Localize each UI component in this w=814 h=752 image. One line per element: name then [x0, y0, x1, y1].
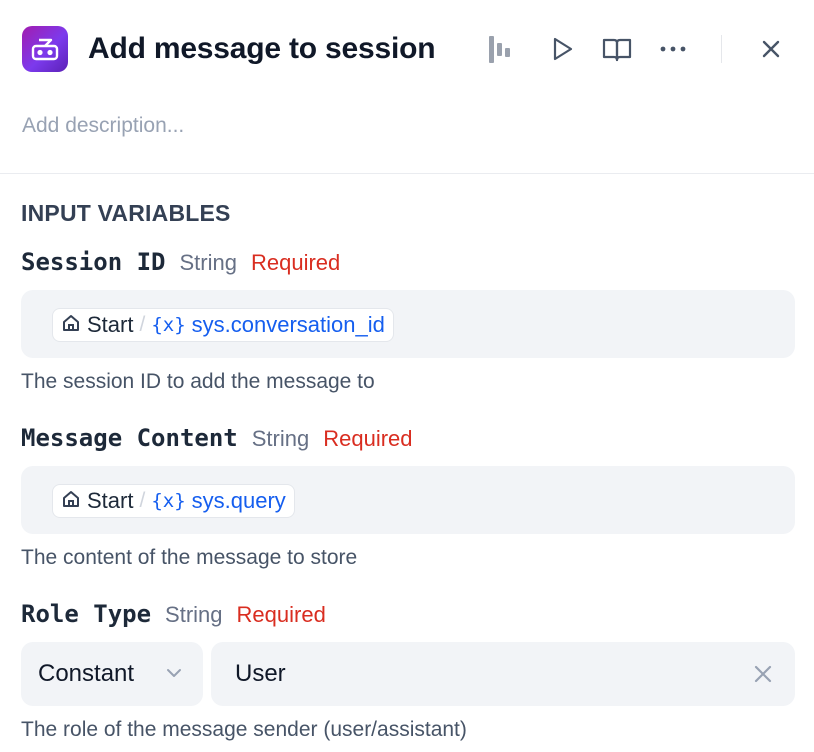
- required-badge: Required: [250, 250, 341, 275]
- var-name: Message Content: [21, 424, 238, 452]
- description-input[interactable]: [22, 114, 792, 138]
- var-type: String: [179, 250, 237, 275]
- session-id-field[interactable]: Start / {x} sys.conversation_id: [21, 290, 795, 358]
- role-type-value: User: [235, 660, 286, 687]
- var-description: The role of the message sender (user/ass…: [21, 718, 467, 741]
- home-icon: [61, 313, 81, 338]
- panel-header: Add message to session: [0, 0, 814, 100]
- var-label-session-id: Session ID String Required: [21, 248, 340, 276]
- chip-node-label: Start: [87, 488, 134, 513]
- var-type: String: [165, 602, 223, 627]
- close-icon[interactable]: [754, 32, 788, 66]
- clear-icon[interactable]: [753, 664, 773, 684]
- header-divider: [721, 35, 722, 63]
- chip-variable-name: sys.conversation_id: [191, 312, 385, 337]
- chevron-down-icon: [165, 664, 183, 687]
- var-description: The content of the message to store: [21, 546, 358, 569]
- home-icon: [61, 489, 81, 514]
- chip-separator: /: [139, 489, 146, 512]
- chip-separator: /: [139, 313, 146, 336]
- required-badge: Required: [236, 602, 326, 627]
- value-mode-select[interactable]: Constant: [21, 642, 203, 706]
- bar-stats-icon[interactable]: [483, 32, 517, 66]
- chip-variable-name: sys.query: [191, 488, 286, 513]
- var-description: The session ID to add the message to: [21, 370, 375, 393]
- panel-title: Add message to session: [88, 32, 436, 65]
- variable-icon: {x}: [151, 490, 186, 512]
- robot-icon: [22, 26, 68, 72]
- var-name: Role Type: [21, 600, 152, 628]
- variable-reference-chip[interactable]: Start / {x} sys.conversation_id: [52, 308, 394, 342]
- variable-reference-chip[interactable]: Start / {x} sys.query: [52, 484, 295, 518]
- book-open-icon[interactable]: [600, 32, 634, 66]
- section-divider: [0, 173, 814, 174]
- more-horizontal-icon[interactable]: [656, 32, 690, 66]
- var-name: Session ID: [21, 248, 166, 276]
- play-icon[interactable]: [545, 32, 579, 66]
- section-title: INPUT VARIABLES: [21, 200, 231, 226]
- required-badge: Required: [323, 426, 413, 451]
- role-type-input[interactable]: User: [211, 642, 795, 706]
- variable-icon: {x}: [151, 314, 186, 336]
- var-label-role-type: Role Type String Required: [21, 600, 326, 628]
- mode-select-label: Constant: [38, 660, 135, 687]
- message-content-field[interactable]: Start / {x} sys.query: [21, 466, 795, 534]
- var-label-message-content: Message Content String Required: [21, 424, 413, 452]
- chip-node-label: Start: [87, 312, 134, 337]
- var-type: String: [251, 426, 310, 451]
